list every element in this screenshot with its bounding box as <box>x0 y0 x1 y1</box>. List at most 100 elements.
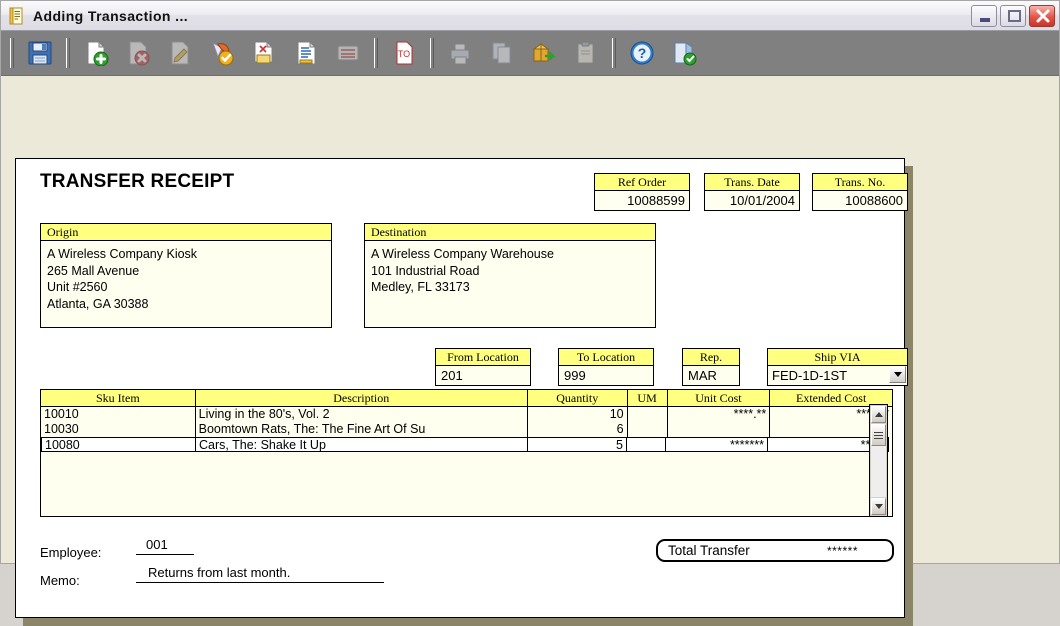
save-icon[interactable] <box>20 34 60 72</box>
table-row[interactable]: 10010 Living in the 80's, Vol. 2 10 ****… <box>41 407 892 422</box>
destination-box[interactable]: Destination A Wireless Company Warehouse… <box>364 223 656 328</box>
ref-order-label: Ref Order <box>595 174 689 191</box>
grid-vertical-scrollbar[interactable] <box>869 404 888 517</box>
scroll-track[interactable] <box>871 446 886 497</box>
employee-input[interactable]: 001 <box>136 537 194 555</box>
minimize-button[interactable] <box>971 4 997 27</box>
toolbar-separator <box>10 38 14 68</box>
memo-label: Memo: <box>40 573 80 588</box>
total-transfer-label: Total Transfer <box>668 543 750 558</box>
minimize-icon <box>972 6 996 26</box>
clipboard-icon <box>566 34 606 72</box>
column-header-description[interactable]: Description <box>196 390 528 406</box>
cell-um <box>628 407 668 422</box>
toolbar-separator <box>430 38 434 68</box>
origin-line: Atlanta, GA 30388 <box>47 296 149 311</box>
total-transfer-value: ****** <box>826 543 858 558</box>
cell-unit-cost <box>668 422 771 437</box>
post-icon[interactable] <box>202 34 242 72</box>
table-row[interactable]: 10030 Boomtown Rats, The: The Fine Art O… <box>41 422 892 437</box>
column-header-unit-cost[interactable]: Unit Cost <box>668 390 771 406</box>
column-header-sku[interactable]: Sku Item <box>41 390 196 406</box>
total-transfer-box: Total Transfer ****** <box>656 539 894 562</box>
window-controls <box>971 4 1057 27</box>
cell-description[interactable]: Cars, The: Shake It Up <box>195 437 528 452</box>
ref-order-field[interactable]: Ref Order 10088599 <box>594 173 690 211</box>
close-icon <box>1030 6 1054 26</box>
cell-description: Boomtown Rats, The: The Fine Art Of Su <box>196 422 528 437</box>
toolbar: TO ? <box>1 31 1059 76</box>
cell-unit-cost[interactable]: ******* <box>665 437 768 452</box>
chevron-down-icon <box>893 372 902 377</box>
to-location-value: 999 <box>564 368 586 383</box>
maximize-icon <box>1001 6 1025 26</box>
close-button[interactable] <box>1029 4 1055 27</box>
trans-date-field[interactable]: Trans. Date 10/01/2004 <box>704 173 800 211</box>
ship-via-label: Ship VIA <box>768 349 907 366</box>
to-location-field[interactable]: To Location 999 <box>558 348 654 386</box>
totals-icon[interactable]: TO <box>384 34 424 72</box>
grid-body: 10010 Living in the 80's, Vol. 2 10 ****… <box>41 407 892 516</box>
rep-label: Rep. <box>683 349 739 366</box>
column-header-um[interactable]: UM <box>628 390 668 406</box>
title-bar: Adding Transaction ... <box>1 1 1059 31</box>
package-ship-icon[interactable] <box>524 34 564 72</box>
table-row-active[interactable]: 10080 Cars, The: Shake It Up 5 ******* *… <box>41 437 892 452</box>
exit-icon[interactable] <box>664 34 704 72</box>
grip-icon <box>874 431 883 439</box>
employee-label: Employee: <box>40 545 102 560</box>
cell-quantity: 6 <box>528 422 628 437</box>
copy-icon <box>482 34 522 72</box>
help-icon[interactable]: ? <box>622 34 662 72</box>
destination-line: Medley, FL 33173 <box>371 280 470 294</box>
rep-value: MAR <box>688 368 717 383</box>
cell-quantity[interactable]: 5 <box>527 437 627 452</box>
cell-um[interactable] <box>626 437 666 452</box>
memo-input[interactable]: Returns from last month. <box>136 565 384 583</box>
destination-line: 101 Industrial Road <box>371 263 480 278</box>
destination-line: A Wireless Company Warehouse <box>371 247 554 261</box>
scroll-up-icon <box>874 412 883 417</box>
cell-description: Living in the 80's, Vol. 2 <box>196 407 528 422</box>
trans-no-field[interactable]: Trans. No. 10088600 <box>812 173 908 211</box>
scroll-down-icon <box>874 504 883 509</box>
ship-via-field[interactable]: Ship VIA FED-1D-1ST <box>767 348 908 386</box>
scroll-up-button[interactable] <box>871 406 886 423</box>
attach-note-icon[interactable] <box>244 34 284 72</box>
cell-unit-cost: ****.** <box>668 407 771 422</box>
line-items-grid[interactable]: Sku Item Description Quantity UM Unit Co… <box>40 389 893 517</box>
origin-line: Unit #2560 <box>47 280 108 294</box>
document-icon <box>7 7 25 25</box>
column-header-quantity[interactable]: Quantity <box>528 390 628 406</box>
ship-via-value: FED-1D-1ST <box>772 368 848 383</box>
cell-quantity: 10 <box>528 407 628 422</box>
toolbar-separator <box>66 38 70 68</box>
cell-sku: 10030 <box>41 422 196 437</box>
form-desk: TRANSFER RECEIPT Ref Order 10088599 Tran… <box>1 76 1059 626</box>
origin-line: A Wireless Company Kiosk <box>47 247 198 261</box>
edit-record-icon <box>160 34 200 72</box>
from-location-field[interactable]: From Location 201 <box>435 348 531 386</box>
ref-order-value: 10088599 <box>627 193 685 208</box>
new-record-icon[interactable] <box>76 34 116 72</box>
grid-header-row: Sku Item Description Quantity UM Unit Co… <box>41 390 892 407</box>
trans-date-label: Trans. Date <box>705 174 799 191</box>
rep-field[interactable]: Rep. MAR <box>682 348 740 386</box>
scroll-down-button[interactable] <box>871 498 886 515</box>
origin-line: 265 Mall Avenue <box>47 263 140 278</box>
application-window: Adding Transaction ... TO ? TRANSFER REC… <box>0 0 1060 626</box>
cell-sku[interactable]: 10080 <box>41 437 196 452</box>
maximize-button[interactable] <box>1000 4 1026 27</box>
cell-sku: 10010 <box>41 407 196 422</box>
scroll-thumb[interactable] <box>871 424 886 446</box>
trans-no-value: 10088600 <box>845 193 903 208</box>
cell-um <box>628 422 668 437</box>
destination-address: A Wireless Company Warehouse 101 Industr… <box>365 241 655 296</box>
to-location-label: To Location <box>559 349 653 366</box>
svg-text:TO: TO <box>398 49 410 59</box>
list-view-icon[interactable] <box>286 34 326 72</box>
delete-record-icon <box>118 34 158 72</box>
origin-box[interactable]: Origin A Wireless Company Kiosk 265 Mall… <box>40 223 332 328</box>
origin-label: Origin <box>41 224 331 241</box>
ship-via-dropdown-button[interactable] <box>889 366 906 383</box>
